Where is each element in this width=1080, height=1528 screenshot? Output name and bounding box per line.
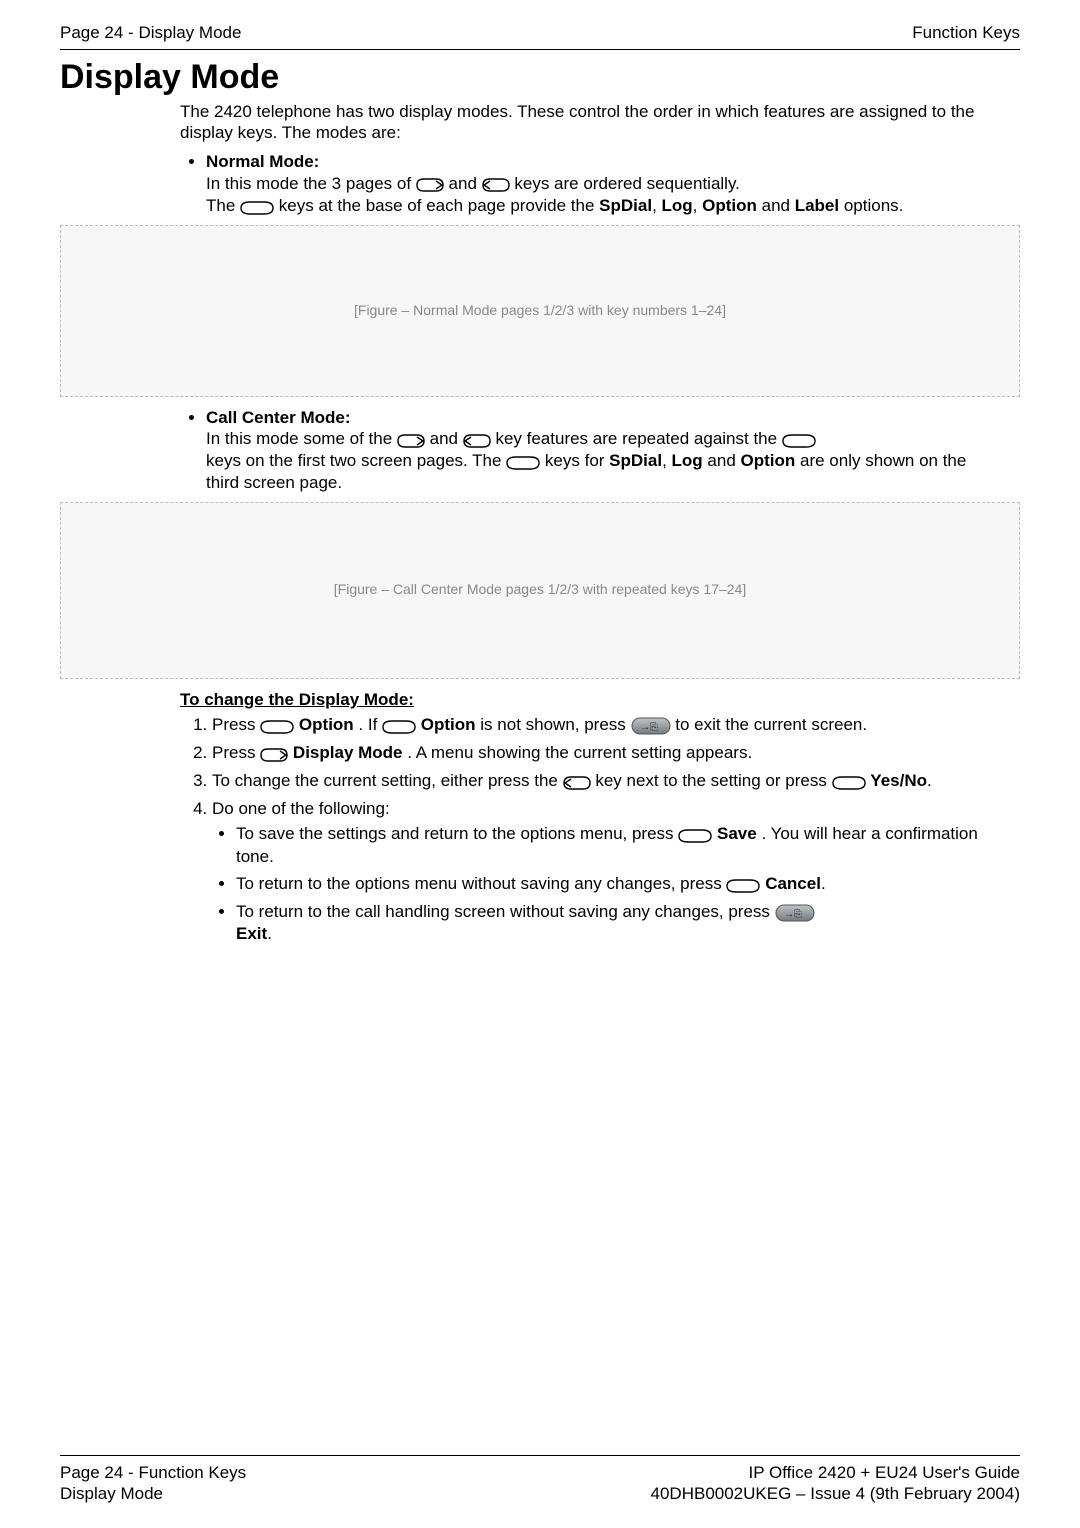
cc-line1-c: key features are repeated against the xyxy=(495,429,781,448)
softkey-icon xyxy=(726,874,760,895)
modes-list: Normal Mode: In this mode the 3 pages of… xyxy=(206,151,990,217)
page-header: Page 24 - Display Mode Function Keys xyxy=(60,20,1020,49)
option-label-2: Option xyxy=(421,715,476,734)
left-key-icon xyxy=(563,771,591,792)
softkey-icon xyxy=(782,429,816,450)
step-4: Do one of the following: To save the set… xyxy=(212,798,990,944)
display-mode-label: Display Mode xyxy=(293,743,403,762)
softkey-icon xyxy=(506,451,540,472)
callcenter-block: Call Center Mode: In this mode some of t… xyxy=(180,407,990,494)
footer-right-2: 40DHB0002UKEG – Issue 4 (9th February 20… xyxy=(651,1483,1020,1504)
normal-line2-a: The xyxy=(206,196,240,215)
footer-left-2: Display Mode xyxy=(60,1483,246,1504)
right-key-icon xyxy=(397,429,425,450)
page-title: Display Mode xyxy=(60,56,1020,99)
normal-line1-a: In this mode the 3 pages of xyxy=(206,174,416,193)
cc-line2-a: keys on the first two screen pages. The xyxy=(206,451,506,470)
procedure-block: To change the Display Mode: Press Option… xyxy=(180,689,990,945)
header-right: Function Keys xyxy=(912,22,1020,43)
cc-label-option: Option xyxy=(741,451,796,470)
page-footer: Page 24 - Function Keys Display Mode IP … xyxy=(60,1455,1020,1505)
normal-mode-title: Normal Mode: xyxy=(206,152,319,171)
figure-call-center-mode: [Figure – Call Center Mode pages 1/2/3 w… xyxy=(60,502,1020,679)
save-label: Save xyxy=(717,824,757,843)
svg-text:→⎘: →⎘ xyxy=(640,722,658,733)
svg-text:→⎘: →⎘ xyxy=(784,909,802,920)
callcenter-mode-title: Call Center Mode: xyxy=(206,408,351,427)
normal-label-log: Log xyxy=(662,196,693,215)
intro-block: The 2420 telephone has two display modes… xyxy=(180,101,990,217)
mode-normal: Normal Mode: In this mode the 3 pages of… xyxy=(206,151,990,217)
cc-line2-b: keys for xyxy=(545,451,609,470)
procedure-steps: Press Option . If Option is not shown, p… xyxy=(212,714,990,945)
normal-label-spdial: SpDial xyxy=(599,196,652,215)
exit-button-icon: →⎘ xyxy=(775,902,815,923)
step-2: Press Display Mode . A menu showing the … xyxy=(212,742,990,764)
procedure-heading: To change the Display Mode: xyxy=(180,689,990,710)
cc-line1-a: In this mode some of the xyxy=(206,429,397,448)
sub-exit: To return to the call handling screen wi… xyxy=(236,901,990,944)
normal-line2-end: options. xyxy=(844,196,904,215)
sub-save: To save the settings and return to the o… xyxy=(236,823,990,866)
normal-line2-b: keys at the base of each page provide th… xyxy=(279,196,599,215)
softkey-icon xyxy=(832,771,866,792)
sub-cancel: To return to the options menu without sa… xyxy=(236,873,990,895)
softkey-icon xyxy=(240,196,274,217)
normal-line1-b: and xyxy=(449,174,482,193)
normal-label-label: Label xyxy=(795,196,839,215)
header-left: Page 24 - Display Mode xyxy=(60,22,241,43)
footer-left-1: Page 24 - Function Keys xyxy=(60,1462,246,1483)
step-1: Press Option . If Option is not shown, p… xyxy=(212,714,990,736)
page: Page 24 - Display Mode Function Keys Dis… xyxy=(0,0,1080,1528)
right-key-icon xyxy=(260,743,288,764)
exit-button-icon: →⎘ xyxy=(631,715,671,736)
softkey-icon xyxy=(678,824,712,845)
exit-label: Exit xyxy=(236,924,267,943)
softkey-icon xyxy=(260,715,294,736)
normal-line1-c: keys are ordered sequentially. xyxy=(514,174,740,193)
cancel-label: Cancel xyxy=(765,874,821,893)
footer-right-1: IP Office 2420 + EU24 User's Guide xyxy=(651,1462,1020,1483)
header-rule xyxy=(60,49,1020,50)
yes-no-label: Yes/No xyxy=(870,771,927,790)
mode-call-center: Call Center Mode: In this mode some of t… xyxy=(206,407,990,494)
intro-text: The 2420 telephone has two display modes… xyxy=(180,101,990,144)
step-3: To change the current setting, either pr… xyxy=(212,770,990,792)
softkey-icon xyxy=(382,715,416,736)
cc-line1-b: and xyxy=(430,429,463,448)
left-key-icon xyxy=(482,173,510,194)
option-label-1: Option xyxy=(299,715,354,734)
figure-normal-mode: [Figure – Normal Mode pages 1/2/3 with k… xyxy=(60,225,1020,397)
cc-label-spdial: SpDial xyxy=(609,451,662,470)
left-key-icon xyxy=(463,429,491,450)
step4-sub: To save the settings and return to the o… xyxy=(236,823,990,944)
cc-label-log: Log xyxy=(672,451,703,470)
right-key-icon xyxy=(416,173,444,194)
modes-list-2: Call Center Mode: In this mode some of t… xyxy=(206,407,990,494)
normal-label-option: Option xyxy=(702,196,757,215)
